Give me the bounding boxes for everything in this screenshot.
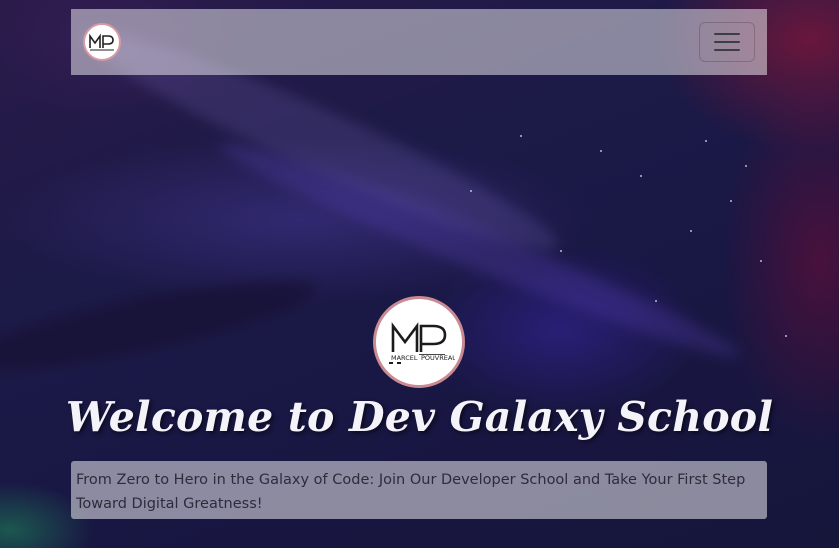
logo-last-name: POUVREAU [421,354,455,362]
hero-title: Welcome to Dev Galaxy School [65,393,774,441]
hero-logo: MARCEL POUVREAU [373,296,465,388]
background-streak [212,126,748,374]
hamburger-icon-line [714,33,740,35]
mp-monogram-icon: MARCEL POUVREAU [389,322,455,364]
hamburger-icon-line [714,41,740,43]
brand-logo[interactable] [83,23,121,61]
mp-monogram-icon [89,33,114,51]
hero-subtitle: From Zero to Hero in the Galaxy of Code:… [71,461,767,519]
navbar [71,9,767,75]
logo-first-name: MARCEL [391,354,418,362]
hamburger-icon-line [714,49,740,51]
background-streak [0,263,322,387]
navbar-toggler-button[interactable] [699,22,755,62]
